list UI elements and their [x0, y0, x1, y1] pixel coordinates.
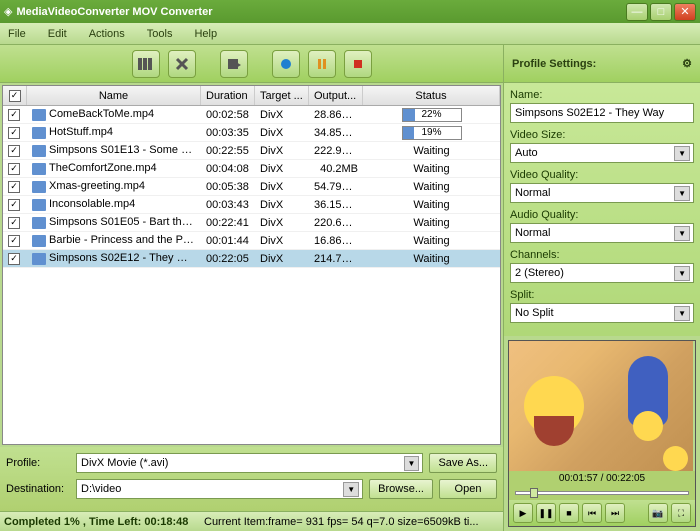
- snapshot-button[interactable]: 📷: [648, 503, 668, 523]
- profile-label: Profile:: [6, 457, 70, 469]
- fullscreen-button[interactable]: ⛶: [671, 503, 691, 523]
- window-title: MediaVideoConverter MOV Converter: [16, 6, 626, 18]
- player-controls: ▶ ❚❚ ■ ⏮ ⏭ 📷 ⛶: [509, 500, 695, 526]
- preview-panel: 00:01:57 / 00:22:05 ▶ ❚❚ ■ ⏮ ⏭ 📷 ⛶: [508, 340, 696, 527]
- file-icon: [32, 145, 46, 157]
- status-progress: Completed 1% , Time Left: 00:18:48: [4, 516, 204, 528]
- row-checkbox[interactable]: ✓: [8, 163, 20, 175]
- row-checkbox[interactable]: ✓: [8, 217, 20, 229]
- menubar: File Edit Actions Tools Help: [0, 23, 700, 45]
- name-field[interactable]: Simpsons S02E12 - They Way: [510, 103, 694, 123]
- menu-edit[interactable]: Edit: [48, 28, 67, 40]
- destination-label: Destination:: [6, 483, 70, 495]
- destination-combo[interactable]: D:\video: [76, 479, 363, 499]
- open-button[interactable]: Open: [439, 479, 497, 499]
- col-status[interactable]: Status: [363, 86, 500, 105]
- menu-actions[interactable]: Actions: [89, 28, 125, 40]
- select-all-checkbox[interactable]: ✓: [9, 90, 21, 102]
- minimize-button[interactable]: —: [626, 3, 648, 21]
- gear-icon[interactable]: ⚙: [682, 57, 692, 70]
- row-checkbox[interactable]: ✓: [8, 181, 20, 193]
- bottom-panel: Profile: DivX Movie (*.avi) Save As... D…: [0, 447, 503, 511]
- profile-combo[interactable]: DivX Movie (*.avi): [76, 453, 423, 473]
- split-combo[interactable]: No Split: [510, 303, 694, 323]
- file-icon: [32, 253, 46, 265]
- play-button[interactable]: ▶: [513, 503, 533, 523]
- add-file-button[interactable]: [132, 50, 160, 78]
- table-row[interactable]: ✓ComeBackToMe.mp400:02:58DivX28.86MB22%: [3, 106, 500, 124]
- seek-slider[interactable]: [509, 486, 695, 500]
- table-row[interactable]: ✓Inconsolable.mp400:03:43DivX36.15MBWait…: [3, 196, 500, 214]
- table-row[interactable]: ✓Simpsons S01E13 - Some Enchant...00:22:…: [3, 142, 500, 160]
- toolbar: [0, 45, 503, 83]
- titlebar: ◈ MediaVideoConverter MOV Converter — □ …: [0, 0, 700, 23]
- file-icon: [32, 217, 46, 229]
- menu-file[interactable]: File: [8, 28, 26, 40]
- col-name[interactable]: Name: [27, 86, 201, 105]
- row-checkbox[interactable]: ✓: [8, 199, 20, 211]
- table-row[interactable]: ✓Xmas-greeting.mp400:05:38DivX54.79MBWai…: [3, 178, 500, 196]
- menu-tools[interactable]: Tools: [147, 28, 173, 40]
- audio-quality-combo[interactable]: Normal: [510, 223, 694, 243]
- settings-panel: Name:Simpsons S02E12 - They Way Video Si…: [504, 83, 700, 336]
- app-icon: ◈: [4, 5, 12, 18]
- row-checkbox[interactable]: ✓: [8, 235, 20, 247]
- save-as-button[interactable]: Save As...: [429, 453, 497, 473]
- close-button[interactable]: ✕: [674, 3, 696, 21]
- video-quality-combo[interactable]: Normal: [510, 183, 694, 203]
- col-output[interactable]: Output...: [309, 86, 363, 105]
- table-row[interactable]: ✓HotStuff.mp400:03:35DivX34.85MB19%: [3, 124, 500, 142]
- status-detail: Current Item:frame= 931 fps= 54 q=7.0 si…: [204, 516, 499, 528]
- file-icon: [32, 109, 46, 121]
- player-pause-button[interactable]: ❚❚: [536, 503, 556, 523]
- pause-button[interactable]: [308, 50, 336, 78]
- file-icon: [32, 235, 46, 247]
- table-row[interactable]: ✓Simpsons S01E05 - Bart the Gener...00:2…: [3, 214, 500, 232]
- row-checkbox[interactable]: ✓: [8, 145, 20, 157]
- grid-header: ✓ Name Duration Target ... Output... Sta…: [3, 86, 500, 106]
- browse-button[interactable]: Browse...: [369, 479, 433, 499]
- channels-combo[interactable]: 2 (Stereo): [510, 263, 694, 283]
- row-checkbox[interactable]: ✓: [8, 127, 20, 139]
- maximize-button[interactable]: □: [650, 3, 672, 21]
- time-display: 00:01:57 / 00:22:05: [509, 471, 695, 486]
- file-icon: [32, 181, 46, 193]
- file-icon: [32, 163, 46, 175]
- settings-header: Profile Settings: ⚙: [504, 45, 700, 83]
- col-target[interactable]: Target ...: [255, 86, 309, 105]
- row-checkbox[interactable]: ✓: [8, 253, 20, 265]
- convert-button[interactable]: [220, 50, 248, 78]
- next-button[interactable]: ⏭: [605, 503, 625, 523]
- table-row[interactable]: ✓Simpsons S02E12 - They Way We ...00:22:…: [3, 250, 500, 268]
- stop-button[interactable]: [344, 50, 372, 78]
- col-duration[interactable]: Duration: [201, 86, 255, 105]
- row-checkbox[interactable]: ✓: [8, 109, 20, 121]
- table-row[interactable]: ✓Barbie - Princess and the Pauper ...00:…: [3, 232, 500, 250]
- statusbar: Completed 1% , Time Left: 00:18:48 Curre…: [0, 511, 503, 531]
- preview-image: [509, 341, 693, 471]
- table-row[interactable]: ✓TheComfortZone.mp400:04:08DivX40.2MBWai…: [3, 160, 500, 178]
- player-stop-button[interactable]: ■: [559, 503, 579, 523]
- remove-button[interactable]: [168, 50, 196, 78]
- record-button[interactable]: [272, 50, 300, 78]
- file-icon: [32, 127, 46, 139]
- prev-button[interactable]: ⏮: [582, 503, 602, 523]
- file-grid[interactable]: ✓ Name Duration Target ... Output... Sta…: [2, 85, 501, 445]
- video-size-combo[interactable]: Auto: [510, 143, 694, 163]
- menu-help[interactable]: Help: [194, 28, 217, 40]
- file-icon: [32, 199, 46, 211]
